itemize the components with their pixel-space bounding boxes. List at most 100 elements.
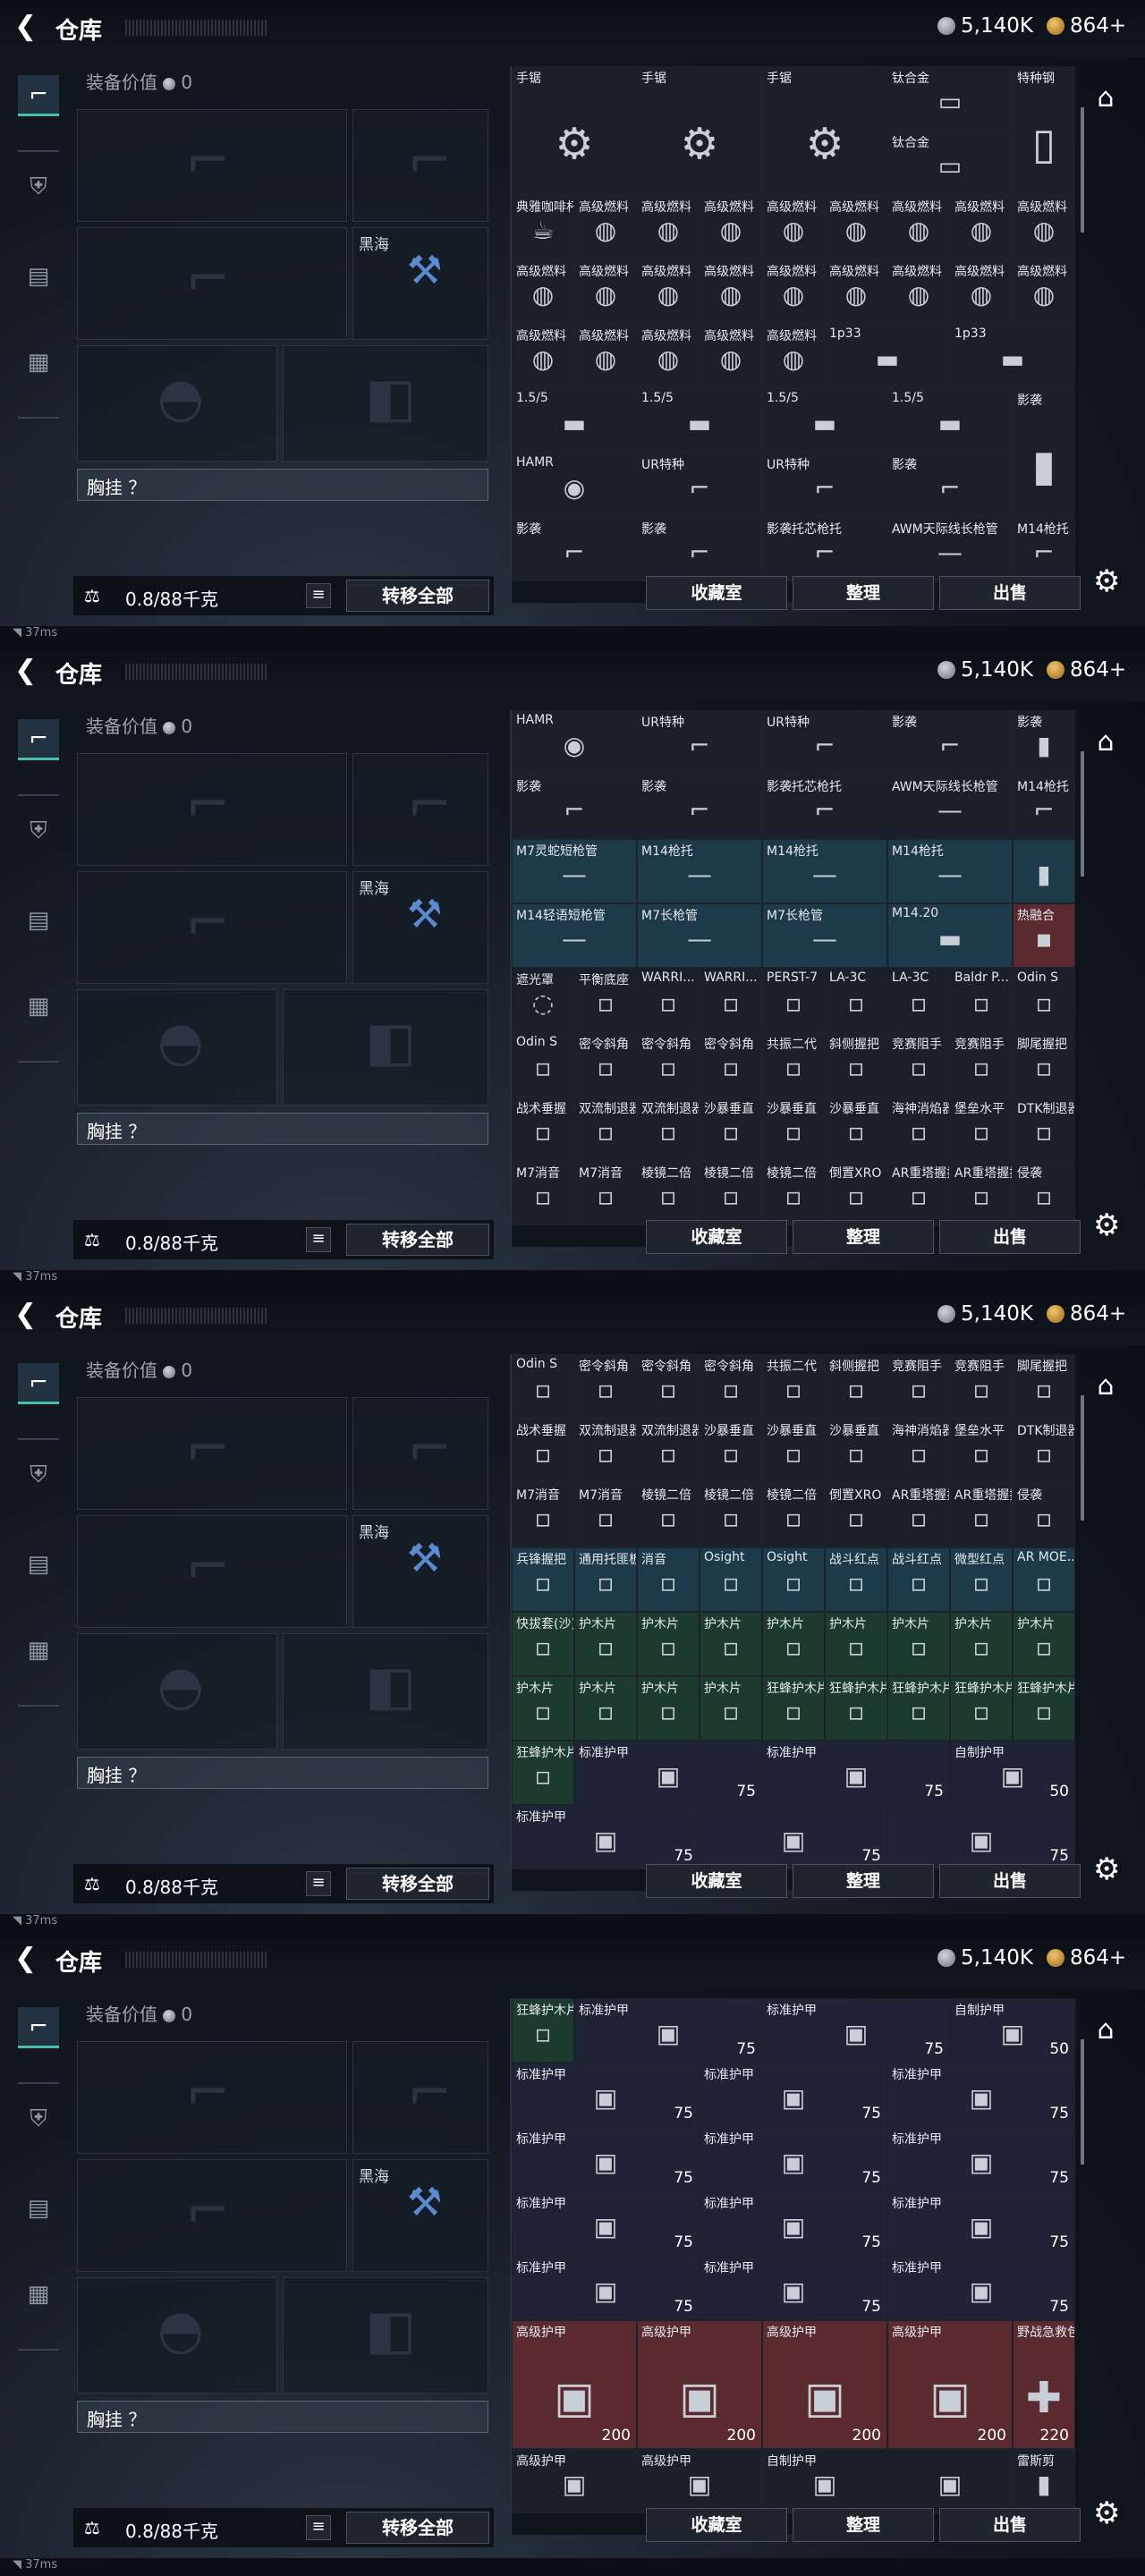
inventory-item[interactable]: 密令斜角 ▫ — [574, 1032, 637, 1097]
inventory-item[interactable]: 高级护甲 ▣ 200 — [887, 2320, 1013, 2449]
inventory-item[interactable]: 共振二代 ▫ — [762, 1354, 825, 1419]
inventory-item[interactable]: WARRI... ▫ — [700, 968, 762, 1032]
back-arrow-icon[interactable]: ❮ — [14, 13, 41, 41]
inventory-item[interactable]: M7消音 ▫ — [574, 1483, 637, 1547]
inventory-item[interactable]: 双流制退器 ▫ — [574, 1419, 637, 1483]
inventory-item[interactable]: AR MOE... ▫ — [1013, 1547, 1075, 1612]
vest-tab-icon[interactable]: ▤ — [18, 2188, 59, 2229]
inventory-item[interactable]: 沙暴垂直 ▫ — [825, 1097, 887, 1161]
inventory-item[interactable]: M7长枪管 — — [762, 903, 887, 968]
sort-button[interactable]: 整理 — [793, 1220, 934, 1254]
inventory-item[interactable]: 影袭 ⌐ — [887, 710, 1013, 775]
list-icon[interactable]: ≡ — [306, 2515, 331, 2540]
inventory-item[interactable]: 自制护甲 ▣ 50 — [950, 1998, 1075, 2063]
inventory-item[interactable]: 护木片 ▫ — [637, 1612, 700, 1676]
inventory-item[interactable]: 高级燃料 ◍ — [762, 259, 825, 324]
inventory-item[interactable]: 遮光罩 ◌ — [512, 968, 574, 1032]
inventory-item[interactable]: 高级燃料 ◍ — [887, 195, 950, 259]
inventory-item[interactable]: 斜侧握把 ▫ — [825, 1354, 887, 1419]
helmet-slot[interactable]: ◓ — [77, 2277, 277, 2394]
inventory-item[interactable]: 沙暴垂直 ▫ — [762, 1097, 825, 1161]
inventory-item[interactable]: 狂蜂护木片 ▫ — [887, 1676, 950, 1741]
inventory-item[interactable]: LA-3C ▫ — [887, 968, 950, 1032]
inventory-item[interactable]: PERST-7 ▫ — [762, 968, 825, 1032]
inventory-item[interactable]: 高级燃料 ◍ — [700, 324, 762, 388]
inventory-item[interactable]: 标准护甲 ▣ 75 — [887, 2256, 1075, 2320]
inventory-item[interactable]: 高级燃料 ◍ — [574, 195, 637, 259]
sell-button[interactable]: 出售 — [939, 1864, 1081, 1898]
inventory-item[interactable]: 高级燃料 ◍ — [825, 259, 887, 324]
inventory-item[interactable]: 堡垒水平 ▫ — [950, 1419, 1013, 1483]
inventory-item[interactable]: 热融合 ▪ — [1013, 903, 1075, 968]
inventory-item[interactable]: 雷斯剪 ▮ — [1013, 2449, 1075, 2513]
back-arrow-icon[interactable]: ❮ — [14, 657, 41, 685]
collection-room-button[interactable]: 收藏室 — [646, 1864, 787, 1898]
inventory-item[interactable]: 高级燃料 ◍ — [887, 259, 950, 324]
inventory-item[interactable]: 影袭 ⌐ — [512, 517, 637, 581]
armor-tab-icon[interactable]: ⛨ — [18, 2098, 59, 2140]
inventory-item[interactable]: M7消音 ▫ — [574, 1161, 637, 1225]
inventory-item[interactable]: DTK制退器 ▫ — [1013, 1097, 1075, 1161]
inventory-item[interactable]: 1p33 ▬ — [950, 324, 1075, 388]
weapon-tab-icon[interactable]: ⌐ — [18, 1363, 59, 1404]
inventory-item[interactable]: 护木片 ▫ — [950, 1612, 1013, 1676]
inventory-item[interactable]: 侵袭 ▫ — [1013, 1483, 1075, 1547]
inventory-item[interactable]: 脚尾握把 ▫ — [1013, 1032, 1075, 1097]
collection-room-button[interactable]: 收藏室 — [646, 576, 787, 610]
inventory-item[interactable]: AR重塔握把▫ — [950, 1483, 1013, 1547]
inventory-item[interactable]: M7消音 ▫ — [512, 1161, 574, 1225]
inventory-item[interactable]: 护木片 ▫ — [762, 1612, 825, 1676]
inventory-item[interactable]: 高级护甲 ▣ — [637, 2449, 762, 2513]
weapon-tab-icon[interactable]: ⌐ — [18, 719, 59, 760]
inventory-item[interactable]: 护木片 ▫ — [1013, 1612, 1075, 1676]
inventory-item[interactable]: 通用托匪板 ▫ — [574, 1547, 637, 1612]
inventory-item[interactable]: LA-3C ▫ — [825, 968, 887, 1032]
helmet-slot[interactable]: ◓ — [77, 989, 277, 1106]
inventory-item[interactable]: 标准护甲 ▣ 75 — [700, 2063, 887, 2127]
inventory-item[interactable]: 沙暴垂直 ▫ — [825, 1419, 887, 1483]
inventory-item[interactable]: 手锯 ⚙ — [762, 66, 887, 195]
inventory-item[interactable]: Baldr P... ▫ — [950, 968, 1013, 1032]
inventory-item[interactable]: 标准护甲 ▣ 75 — [512, 2063, 700, 2127]
inventory-item[interactable]: 1.5/5 ▬ — [887, 388, 1013, 453]
inventory-item[interactable]: 护木片 ▫ — [574, 1612, 637, 1676]
inventory-item[interactable]: 高级护甲 ▣ — [512, 2449, 637, 2513]
inventory-item[interactable]: 密令斜角 ▫ — [637, 1354, 700, 1419]
sell-button[interactable]: 出售 — [939, 2508, 1081, 2542]
vest-tab-icon[interactable]: ▤ — [18, 900, 59, 941]
sell-button[interactable]: 出售 — [939, 1220, 1081, 1254]
inventory-item[interactable]: M14枪托 ⌐ — [1013, 517, 1075, 581]
inventory-item[interactable]: 手锯 ⚙ — [512, 66, 637, 195]
inventory-item[interactable]: 沙暴垂直 ▫ — [700, 1097, 762, 1161]
inventory-item[interactable]: 自制护甲 ▣ 50 — [950, 1741, 1075, 1805]
inventory-item[interactable]: 高级护甲 ▣ 200 — [637, 2320, 762, 2449]
inventory-item[interactable]: 1.5/5 ▬ — [637, 388, 762, 453]
inventory-item[interactable]: ▣ 75 — [887, 1805, 1075, 1869]
inventory-item[interactable]: 海神消焰器 ▫ — [887, 1419, 950, 1483]
inventory-item[interactable]: 棱镜二倍 ▫ — [762, 1483, 825, 1547]
inventory-item[interactable]: Odin S ▫ — [512, 1354, 574, 1419]
inventory-item[interactable]: 1p33 ▬ — [825, 324, 950, 388]
inventory-item[interactable]: 狂蜂护木片 ▫ — [1013, 1676, 1075, 1741]
secondary-weapon-slot[interactable]: ⌐ — [77, 227, 347, 340]
pistol-slot[interactable]: ⌐ — [352, 109, 488, 222]
inventory-item[interactable]: HAMR ◉ — [512, 710, 637, 775]
inventory-item[interactable]: 双流制退器 ▫ — [574, 1097, 637, 1161]
inventory-item[interactable]: 高级燃料 ◍ — [512, 324, 574, 388]
inventory-item[interactable]: 脚尾握把 ▫ — [1013, 1354, 1075, 1419]
transfer-all-button[interactable]: 转移全部 — [346, 1224, 489, 1256]
inventory-item[interactable]: 护木片 ▫ — [700, 1612, 762, 1676]
pistol-slot[interactable]: ⌐ — [352, 2041, 488, 2154]
collection-room-button[interactable]: 收藏室 — [646, 2508, 787, 2542]
inventory-item[interactable]: 共振二代 ▫ — [762, 1032, 825, 1097]
inventory-item[interactable]: 密令斜角 ▫ — [637, 1032, 700, 1097]
back-arrow-icon[interactable]: ❮ — [14, 1301, 41, 1329]
inventory-item[interactable]: 标准护甲 ▣ 75 — [700, 2256, 887, 2320]
inventory-item[interactable]: 棱镜二倍 ▫ — [700, 1483, 762, 1547]
inventory-item[interactable]: 高级燃料 ◍ — [762, 324, 825, 388]
inventory-item[interactable]: 高级燃料 ◍ — [825, 195, 887, 259]
inventory-item[interactable]: M14.20 ▬ — [887, 903, 1013, 968]
inventory-item[interactable]: 影袭 ⌐ — [512, 775, 637, 839]
inventory-item[interactable]: 标准护甲 ▣ 75 — [574, 1741, 762, 1805]
inventory-item[interactable]: 密令斜角 ▫ — [700, 1354, 762, 1419]
